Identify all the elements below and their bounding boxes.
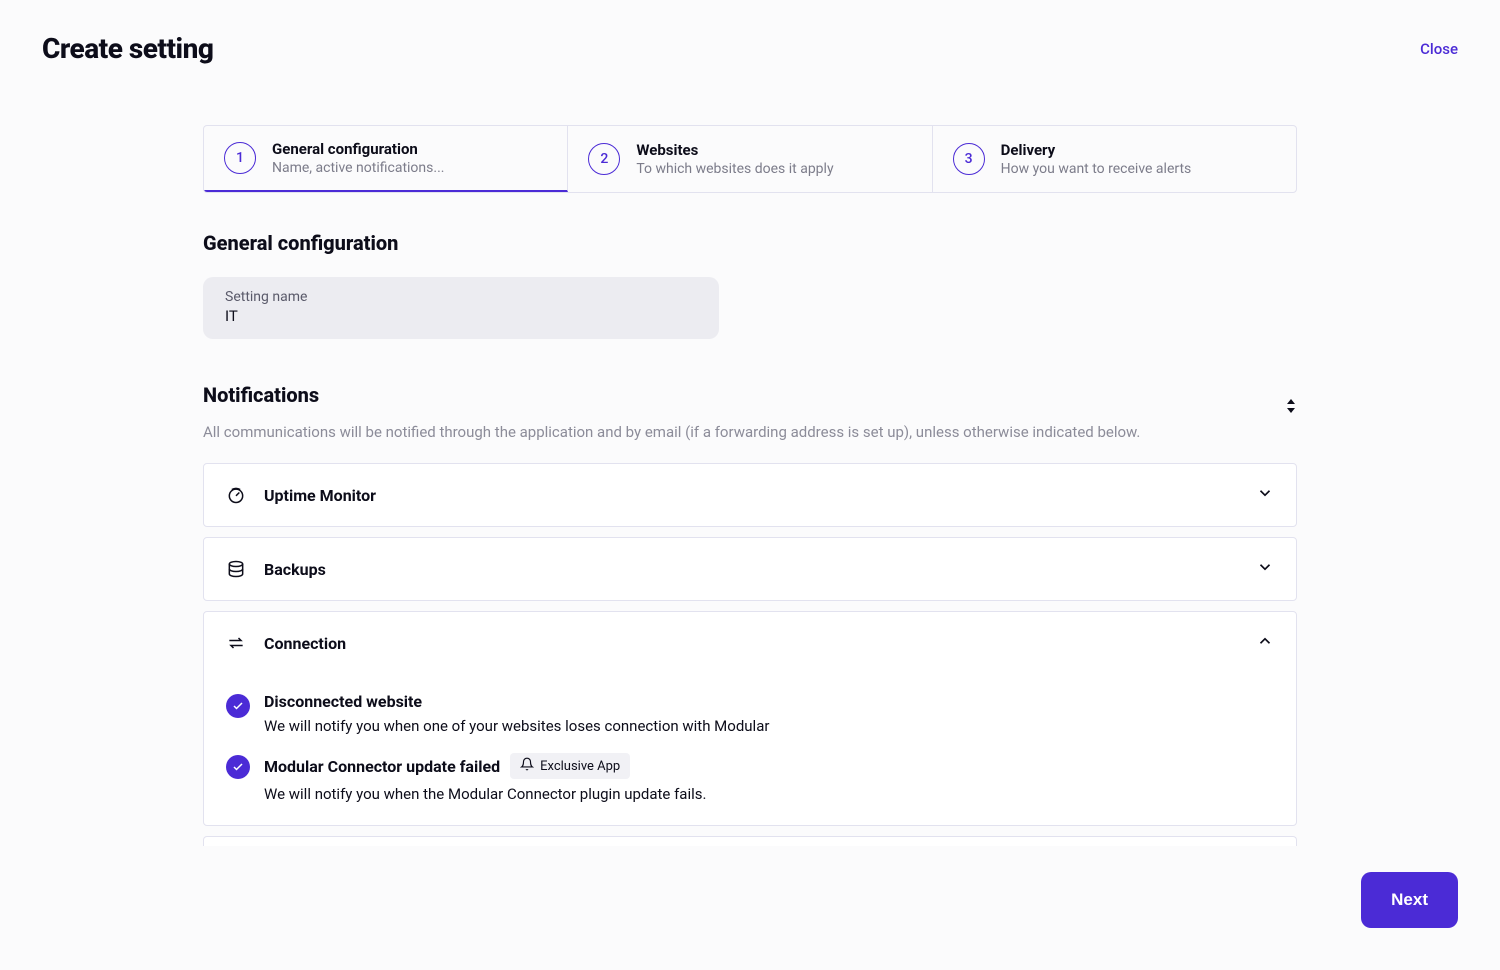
panel-head-uptime[interactable]: Uptime Monitor	[204, 464, 1296, 526]
panel-head-backups[interactable]: Backups	[204, 538, 1296, 600]
step-title: General configuration	[272, 140, 444, 158]
step-number: 3	[953, 143, 985, 175]
panel-title: Uptime Monitor	[264, 486, 1238, 505]
setting-name-field[interactable]: Setting name IT	[203, 277, 719, 339]
gauge-icon	[226, 485, 246, 505]
close-button[interactable]: Close	[1420, 40, 1458, 58]
notification-description: We will notify you when one of your webs…	[264, 717, 769, 735]
stepper: 1 General configuration Name, active not…	[203, 125, 1297, 193]
step-subtitle: How you want to receive alerts	[1001, 161, 1192, 177]
notification-item-connector-update-failed: Modular Connector update failed Exclusiv…	[226, 753, 1274, 803]
notification-title: Modular Connector update failed	[264, 757, 500, 776]
step-title: Delivery	[1001, 141, 1192, 159]
bell-icon	[520, 757, 534, 775]
exchange-icon	[226, 633, 246, 653]
exclusive-app-badge: Exclusive App	[510, 753, 630, 779]
chevron-down-icon	[1256, 558, 1274, 580]
panel-backups: Backups	[203, 537, 1297, 601]
step-title: Websites	[636, 141, 833, 159]
panel-head-connection[interactable]: Connection	[204, 612, 1296, 674]
section-notifications-title: Notifications	[203, 383, 319, 407]
step-number: 1	[224, 142, 256, 174]
step-subtitle: To which websites does it apply	[636, 161, 833, 177]
notification-title: Disconnected website	[264, 692, 422, 711]
panel-uptime-monitor: Uptime Monitor	[203, 463, 1297, 527]
section-general-title: General configuration	[203, 231, 1297, 255]
panel-title: Connection	[264, 634, 1238, 653]
next-button[interactable]: Next	[1361, 872, 1458, 928]
step-subtitle: Name, active notifications...	[272, 160, 444, 176]
step-general-configuration[interactable]: 1 General configuration Name, active not…	[204, 126, 568, 192]
badge-label: Exclusive App	[540, 759, 620, 774]
notifications-description: All communications will be notified thro…	[203, 423, 1297, 441]
notification-description: We will notify you when the Modular Conn…	[264, 785, 706, 803]
chevron-down-icon	[1256, 484, 1274, 506]
database-icon	[226, 559, 246, 579]
page-title: Create setting	[42, 32, 213, 65]
panel-partial	[203, 836, 1297, 846]
check-toggle[interactable]	[226, 694, 250, 718]
setting-name-label: Setting name	[225, 289, 697, 305]
panel-connection: Connection Disconnected website We will …	[203, 611, 1297, 826]
step-delivery[interactable]: 3 Delivery How you want to receive alert…	[933, 126, 1296, 192]
chevron-up-icon	[1256, 632, 1274, 654]
step-websites[interactable]: 2 Websites To which websites does it app…	[568, 126, 932, 192]
step-number: 2	[588, 143, 620, 175]
notification-item-disconnected-website: Disconnected website We will notify you …	[226, 692, 1274, 735]
sort-icon[interactable]	[1285, 398, 1297, 414]
panel-title: Backups	[264, 560, 1238, 579]
check-toggle[interactable]	[226, 755, 250, 779]
setting-name-value: IT	[225, 307, 697, 325]
